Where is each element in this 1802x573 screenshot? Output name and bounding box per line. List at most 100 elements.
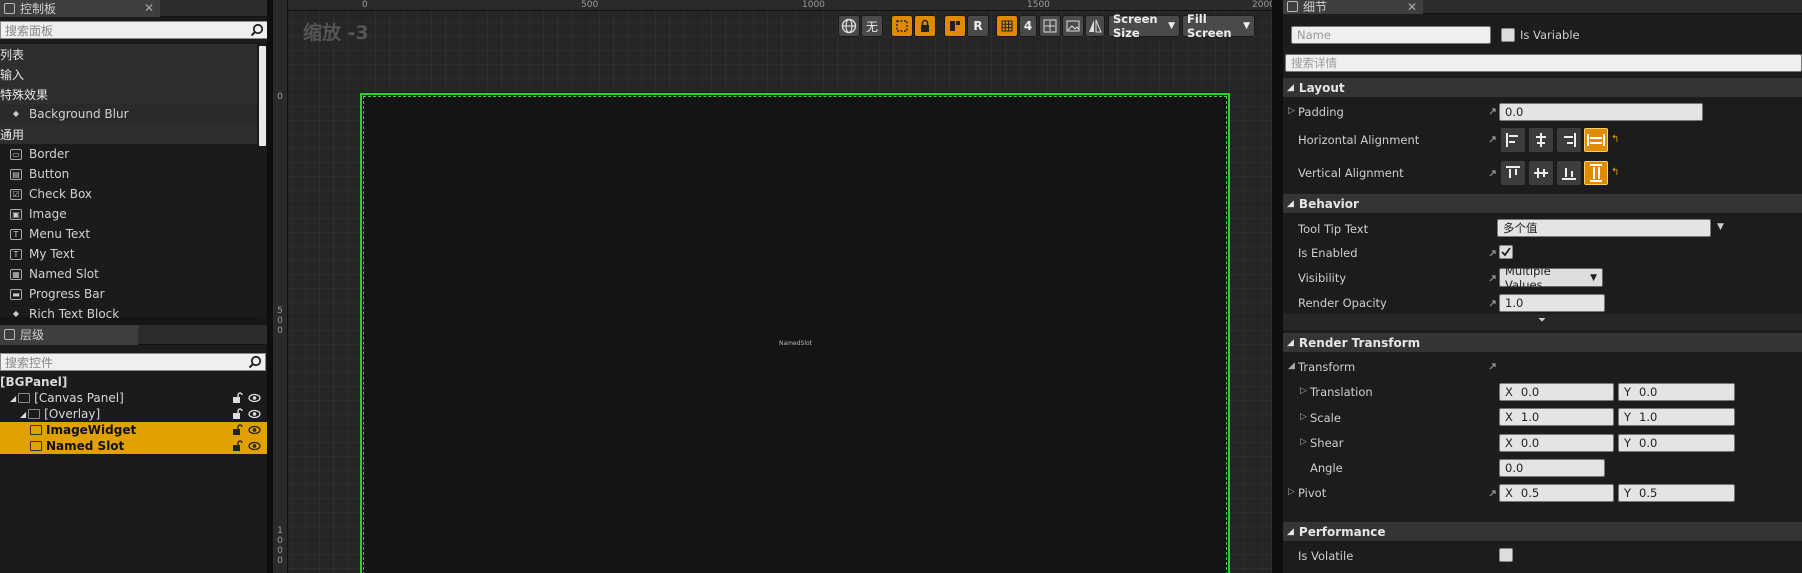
screen-size-dropdown[interactable]: Screen Size ▼ [1108,12,1180,40]
align-top-button[interactable] [1501,161,1525,185]
padding-field[interactable]: 0.0 [1499,103,1703,121]
section-behavior[interactable]: ◢ Behavior [1283,194,1802,213]
grid-size-spinner[interactable]: 4 [1019,15,1037,37]
eye-icon[interactable] [248,408,261,420]
expand-arrow-icon[interactable]: ▷ [1300,412,1307,422]
reset-arrow-icon[interactable] [1488,168,1498,178]
reset-arrow-icon[interactable] [1488,273,1498,283]
tab-hierarchy[interactable]: 层级 [0,324,138,345]
close-icon[interactable]: ✕ [144,1,154,15]
is-variable-checkbox[interactable] [1501,28,1515,42]
unlock-icon[interactable] [232,440,243,452]
palette-item[interactable]: ◆ Rich Text Block [0,304,257,319]
angle-field[interactable]: 0.0 [1499,459,1605,477]
r-button[interactable]: R [967,15,989,37]
reset-arrow-icon[interactable] [1488,298,1498,308]
translation-x-field[interactable]: X 0.0 [1499,383,1614,401]
expand-arrow-icon[interactable]: ▷ [1300,386,1307,396]
image-button[interactable] [1062,15,1084,37]
reset-arrow-icon[interactable]: ↰ [1611,134,1619,145]
tooltip-field[interactable]: 多个值 [1497,219,1711,237]
reset-arrow-icon[interactable] [1488,106,1498,116]
fill-screen-dropdown[interactable]: Fill Screen ▼ [1182,12,1255,40]
outline-toggle[interactable] [891,15,913,37]
globe-button[interactable] [838,15,860,37]
align-fill-button[interactable] [1584,128,1608,152]
palette-item[interactable]: T Menu Text [0,224,257,244]
palette-category[interactable]: 通用 [0,124,257,144]
hierarchy-row[interactable]: ImageWidget [0,422,267,438]
chevron-down-icon[interactable]: ▼ [1717,222,1724,232]
designer-canvas[interactable]: 0 500 1000 1500 2000 0 5 0 0 1 0 0 0 缩放 … [273,0,1272,573]
lock-toggle[interactable] [914,15,936,37]
flip-button[interactable] [1085,15,1105,37]
reset-arrow-icon[interactable] [1488,134,1498,144]
section-performance[interactable]: ◢ Performance [1283,522,1802,541]
scale-x-field[interactable]: X 1.0 [1499,408,1614,426]
eye-icon[interactable] [248,440,261,452]
palette-category[interactable]: 特殊效果 [0,84,257,104]
section-layout[interactable]: ◢ Layout [1283,78,1802,97]
advanced-expander[interactable]: ⏷ [1283,314,1802,330]
collapse-icon[interactable]: ◢ [20,410,26,419]
align-left-button[interactable] [1501,128,1525,152]
opacity-field[interactable]: 1.0 [1499,294,1605,312]
unlock-icon[interactable] [232,392,243,404]
hierarchy-row[interactable]: ◢ [Canvas Panel] [0,390,267,406]
expand-arrow-icon[interactable]: ▷ [1300,437,1307,447]
palette-item[interactable]: ▬ Progress Bar [0,284,257,304]
unlock-icon[interactable] [232,408,243,420]
panel-divider[interactable] [1272,0,1283,573]
reset-arrow-icon[interactable] [1488,248,1498,258]
details-search-input[interactable]: 搜索详情 [1285,54,1802,72]
translation-y-field[interactable]: Y 0.0 [1618,383,1735,401]
palette-search-input[interactable]: 搜索面板 [0,21,268,39]
eye-icon[interactable] [248,392,261,404]
palette-item[interactable]: ▣ Image [0,204,257,224]
reset-arrow-icon[interactable]: ↰ [1611,167,1619,178]
shear-x-field[interactable]: X 0.0 [1499,434,1614,452]
section-render-transform[interactable]: ◢ Render Transform [1283,333,1802,352]
tab-palette[interactable]: 控制板 ✕ [0,0,160,17]
widget-root-outline[interactable]: NamedSlot [360,93,1230,573]
palette-scrollbar-thumb[interactable] [259,46,266,146]
hierarchy-row[interactable]: ◢ [Overlay] [0,406,267,422]
tab-details[interactable]: 细节 ✕ [1283,0,1423,14]
eye-icon[interactable] [248,424,261,436]
close-icon[interactable]: ✕ [1407,0,1417,14]
align-fill-vertical-button[interactable] [1584,161,1608,185]
unlock-icon[interactable] [232,424,243,436]
respect-locks-toggle[interactable] [944,15,966,37]
expand-arrow-icon[interactable]: ▷ [1288,487,1295,497]
reset-arrow-icon[interactable] [1488,488,1498,498]
grid-snap-toggle[interactable] [996,15,1018,37]
collapse-icon[interactable]: ◢ [1288,361,1295,371]
palette-item[interactable]: ☑ Check Box [0,184,257,204]
align-center-button[interactable] [1529,128,1553,152]
name-input[interactable]: Name [1291,26,1491,44]
pivot-x-field[interactable]: X 0.5 [1499,484,1614,502]
hierarchy-row[interactable]: Named Slot [0,438,267,454]
hierarchy-row[interactable]: [BGPanel] [0,374,267,390]
align-right-button[interactable] [1557,128,1581,152]
pivot-y-field[interactable]: Y 0.5 [1618,484,1735,502]
palette-scrollbar[interactable] [257,44,267,319]
palette-category[interactable]: 输入 [0,64,257,84]
visibility-dropdown[interactable]: Multiple Values ▼ [1499,264,1603,292]
align-middle-button[interactable] [1529,161,1553,185]
collapse-icon[interactable]: ◢ [10,394,16,403]
none-button[interactable]: 无 [861,15,883,37]
shear-y-field[interactable]: Y 0.0 [1618,434,1735,452]
palette-category[interactable]: 列表 [0,44,257,64]
expand-arrow-icon[interactable]: ▷ [1288,106,1295,116]
enabled-checkbox[interactable] [1499,245,1513,259]
palette-item[interactable]: ◆ Background Blur [0,104,257,124]
reset-arrow-icon[interactable] [1488,361,1498,371]
palette-item[interactable]: ▦ Named Slot [0,264,257,284]
scale-y-field[interactable]: Y 1.0 [1618,408,1735,426]
transform-button[interactable] [1039,15,1061,37]
palette-item[interactable]: T My Text [0,244,257,264]
palette-item[interactable]: ▭ Border [0,144,257,164]
hierarchy-search-input[interactable]: 搜索控件 [0,353,266,371]
align-bottom-button[interactable] [1557,161,1581,185]
